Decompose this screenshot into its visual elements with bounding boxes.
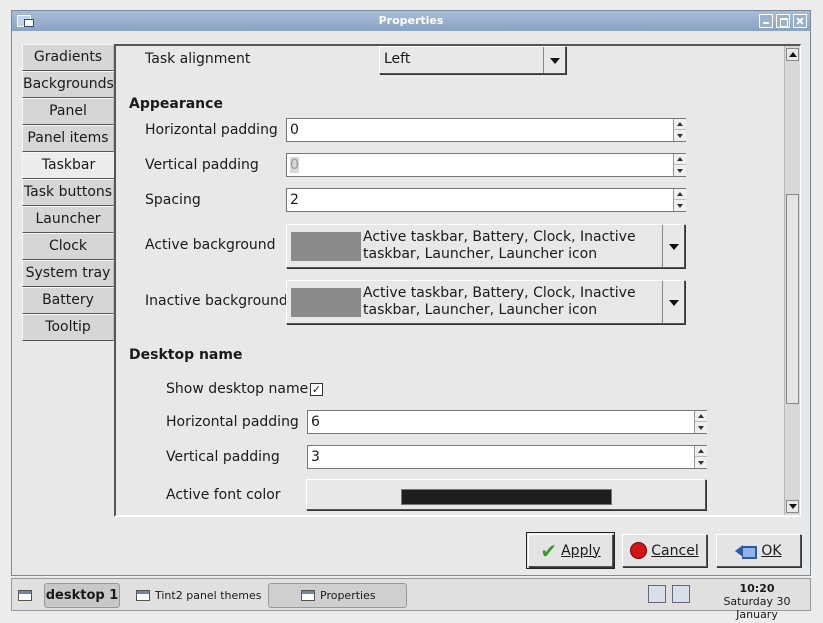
apply-button[interactable]: ✔ Apply bbox=[526, 532, 615, 569]
clock[interactable]: 10:20 Saturday 30 January bbox=[704, 582, 810, 621]
title-buttons bbox=[759, 14, 807, 28]
ok-label: OK bbox=[761, 542, 782, 559]
checkmark-icon: ✔ bbox=[540, 538, 558, 563]
settings-content: Task alignment Left Appearance Horizonta… bbox=[116, 46, 784, 515]
window-icon bbox=[136, 590, 150, 601]
spin-arrows-icon[interactable] bbox=[694, 411, 707, 433]
appearance-heading: Appearance bbox=[129, 96, 223, 112]
return-arrow-icon bbox=[735, 544, 758, 559]
desktop-horizontal-padding-stepper[interactable]: 6 bbox=[307, 410, 707, 434]
spin-arrows-icon[interactable] bbox=[694, 446, 707, 468]
close-icon[interactable] bbox=[793, 14, 807, 28]
show-desktop-button[interactable] bbox=[18, 583, 38, 608]
window-icon bbox=[301, 590, 315, 601]
cancel-button[interactable]: Cancel bbox=[622, 534, 707, 567]
tab-system-tray[interactable]: System tray bbox=[22, 260, 114, 287]
stop-icon bbox=[630, 542, 648, 559]
show-desktop-name-label: Show desktop name bbox=[166, 381, 309, 397]
tab-gradients[interactable]: Gradients bbox=[22, 44, 114, 71]
chevron-down-icon bbox=[662, 281, 684, 323]
tab-battery[interactable]: Battery bbox=[22, 287, 114, 314]
tab-task-buttons[interactable]: Task buttons bbox=[22, 179, 114, 206]
tab-taskbar[interactable]: Taskbar bbox=[22, 152, 114, 179]
spacing-value: 2 bbox=[290, 192, 299, 208]
active-background-label: Active background bbox=[145, 237, 276, 253]
task-tint2-panel-themes[interactable]: Tint2 panel themes bbox=[134, 583, 264, 608]
network-icon[interactable] bbox=[648, 585, 666, 603]
system-taskbar: desktop 1 Tint2 panel themes Properties … bbox=[11, 578, 811, 621]
tab-panel[interactable]: Panel bbox=[22, 98, 114, 125]
task-label: Properties bbox=[320, 589, 376, 602]
spin-arrows-icon[interactable] bbox=[673, 189, 686, 211]
window-menu-icon[interactable] bbox=[17, 15, 34, 27]
horizontal-padding-value: 0 bbox=[290, 122, 299, 138]
properties-window: Properties Gradients Backgrounds Panel P… bbox=[11, 10, 811, 576]
tab-tooltip[interactable]: Tooltip bbox=[22, 314, 114, 341]
active-background-select[interactable]: Active taskbar, Battery, Clock, Inactive… bbox=[286, 224, 685, 268]
horizontal-padding-label: Horizontal padding bbox=[145, 122, 278, 138]
ok-button[interactable]: OK bbox=[716, 534, 801, 567]
task-alignment-select[interactable]: Left bbox=[379, 46, 566, 74]
cancel-label: Cancel bbox=[651, 542, 699, 559]
window-title: Properties bbox=[378, 14, 444, 27]
tab-backgrounds[interactable]: Backgrounds bbox=[22, 71, 114, 98]
spin-arrows-icon[interactable] bbox=[673, 119, 686, 141]
spin-arrows-icon[interactable] bbox=[673, 154, 686, 176]
system-tray bbox=[648, 585, 690, 603]
background-swatch bbox=[291, 232, 361, 261]
color-swatch bbox=[401, 489, 612, 505]
clock-time: 10:20 bbox=[739, 582, 775, 595]
volume-icon[interactable] bbox=[672, 585, 690, 603]
chevron-down-icon bbox=[662, 225, 684, 267]
spacing-stepper[interactable]: 2 bbox=[286, 188, 686, 212]
task-alignment-value: Left bbox=[384, 51, 411, 67]
desktop-vertical-padding-value: 3 bbox=[311, 449, 320, 465]
window-icon bbox=[18, 590, 32, 601]
vertical-padding-value: 0 bbox=[290, 157, 299, 173]
taskbar-settings-panel: Task alignment Left Appearance Horizonta… bbox=[114, 44, 801, 517]
spacing-label: Spacing bbox=[145, 192, 201, 208]
tab-launcher[interactable]: Launcher bbox=[22, 206, 114, 233]
desktop-vertical-padding-label: Vertical padding bbox=[166, 449, 280, 465]
apply-label: Apply bbox=[561, 542, 601, 559]
background-swatch bbox=[291, 288, 361, 317]
inactive-background-label: Inactive background bbox=[145, 293, 288, 309]
clock-date: Saturday 30 January bbox=[723, 595, 791, 621]
desktop-name-heading: Desktop name bbox=[129, 347, 243, 363]
title-bar[interactable]: Properties bbox=[12, 11, 810, 31]
active-font-color-label: Active font color bbox=[166, 487, 281, 503]
tab-clock[interactable]: Clock bbox=[22, 233, 114, 260]
vertical-padding-label: Vertical padding bbox=[145, 157, 259, 173]
scroll-down-icon[interactable] bbox=[786, 500, 799, 513]
horizontal-padding-stepper[interactable]: 0 bbox=[286, 118, 686, 142]
show-desktop-name-checkbox[interactable]: ✓ bbox=[310, 383, 323, 396]
desktop-vertical-padding-stepper[interactable]: 3 bbox=[307, 445, 707, 469]
scrollbar-thumb[interactable] bbox=[786, 194, 799, 404]
chevron-down-icon bbox=[543, 47, 565, 73]
desktop-horizontal-padding-label: Horizontal padding bbox=[166, 414, 299, 430]
active-font-color-button[interactable] bbox=[306, 479, 706, 510]
scroll-up-icon[interactable] bbox=[786, 48, 799, 61]
minimize-icon[interactable] bbox=[759, 14, 773, 28]
inactive-background-select[interactable]: Active taskbar, Battery, Clock, Inactive… bbox=[286, 280, 685, 324]
vertical-scrollbar[interactable] bbox=[784, 46, 800, 515]
inactive-background-value: Active taskbar, Battery, Clock, Inactive… bbox=[363, 285, 636, 318]
maximize-icon[interactable] bbox=[776, 14, 790, 28]
desktop-horizontal-padding-value: 6 bbox=[311, 414, 320, 430]
task-alignment-label: Task alignment bbox=[145, 51, 251, 67]
task-properties[interactable]: Properties bbox=[268, 583, 407, 608]
tab-panel-items[interactable]: Panel items bbox=[22, 125, 114, 152]
desktop-switcher[interactable]: desktop 1 bbox=[44, 583, 120, 608]
active-background-value: Active taskbar, Battery, Clock, Inactive… bbox=[363, 229, 636, 262]
settings-tab-list: Gradients Backgrounds Panel Panel items … bbox=[22, 44, 114, 341]
vertical-padding-stepper[interactable]: 0 bbox=[286, 153, 686, 177]
task-label: Tint2 panel themes bbox=[155, 589, 262, 602]
